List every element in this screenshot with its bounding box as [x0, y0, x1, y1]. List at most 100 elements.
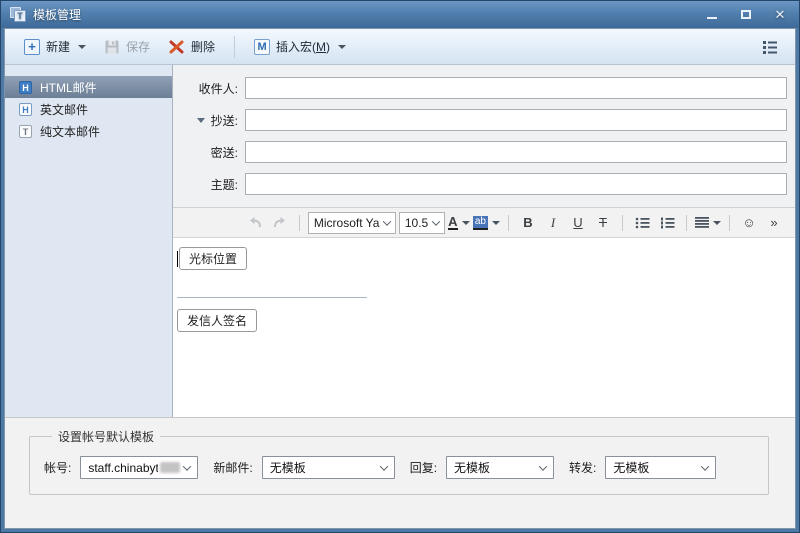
delete-button-label: 删除	[191, 38, 215, 55]
maximize-icon	[741, 10, 751, 19]
default-template-row: 帐号: staff.chinabyte( 新邮件: 无模板 回复: 无模板	[44, 456, 754, 479]
highlight-icon: ab	[473, 216, 488, 230]
signature-line: 发信人签名	[177, 309, 795, 332]
chevron-down-icon	[78, 45, 86, 49]
default-template-fieldset: 设置帐号默认模板 帐号: staff.chinabyte( 新邮件: 无模板 回…	[29, 428, 769, 495]
toolbar-separator	[234, 36, 235, 58]
maximize-button[interactable]	[737, 7, 755, 23]
numbered-list-button[interactable]	[656, 212, 678, 234]
plus-icon: +	[24, 39, 40, 55]
font-color-icon: A	[448, 215, 457, 230]
mail-header-form: 收件人: 抄送: 密送: 主题:	[173, 65, 795, 207]
sender-signature-macro-chip[interactable]: 发信人签名	[177, 309, 257, 332]
chevron-down-icon	[701, 462, 709, 470]
new-button[interactable]: + 新建	[17, 35, 93, 58]
cc-input[interactable]	[245, 109, 787, 131]
chevron-down-icon	[539, 462, 547, 470]
undo-button[interactable]	[244, 212, 266, 234]
account-label: 帐号:	[44, 459, 71, 476]
subject-input[interactable]	[245, 173, 787, 195]
minimize-icon	[707, 17, 717, 19]
close-button[interactable]: ✕	[771, 7, 789, 23]
save-button-label: 保存	[126, 38, 150, 55]
strikethrough-button[interactable]: T	[592, 212, 614, 234]
subject-label: 主题:	[211, 176, 238, 193]
font-color-button[interactable]: A	[448, 212, 470, 234]
to-input[interactable]	[245, 77, 787, 99]
template-manager-window: T 模板管理 ✕ + 新建 保存	[0, 0, 800, 533]
template-editor-panel: 收件人: 抄送: 密送: 主题:	[173, 65, 795, 417]
bold-button[interactable]: B	[517, 212, 539, 234]
signature-divider-line	[177, 297, 367, 298]
sidebar-item-html-mail[interactable]: H HTML邮件	[5, 76, 172, 98]
emoji-button[interactable]: ☺	[738, 212, 760, 234]
richtext-toolbar: Microsoft Yal 10.5 A ab	[173, 207, 795, 238]
insert-macro-label: 插入宏(M)	[276, 38, 330, 55]
chevron-down-icon	[492, 221, 500, 225]
cursor-position-line: 光标位置	[177, 247, 795, 270]
underline-button[interactable]: U	[567, 212, 589, 234]
delete-button[interactable]: 删除	[161, 35, 222, 58]
list-view-button[interactable]	[755, 37, 785, 57]
bullet-list-button[interactable]	[631, 212, 653, 234]
main-toolbar: + 新建 保存 删除	[5, 29, 795, 65]
sidebar-item-english-mail[interactable]: H 英文邮件	[5, 98, 172, 120]
subject-row: 主题:	[173, 173, 795, 195]
font-family-select[interactable]: Microsoft Yal	[308, 212, 396, 234]
italic-button[interactable]: I	[542, 212, 564, 234]
content-row: H HTML邮件 H 英文邮件 T 纯文本邮件 收件人:	[5, 65, 795, 417]
list-view-icon	[762, 40, 778, 54]
to-row: 收件人:	[173, 77, 795, 99]
reply-template-value: 无模板	[454, 459, 536, 476]
more-tools-button[interactable]: »	[763, 212, 785, 234]
account-value: staff.chinabyte(	[88, 461, 158, 475]
default-template-panel: 设置帐号默认模板 帐号: staff.chinabyte( 新邮件: 无模板 回…	[5, 417, 795, 528]
sidebar-item-plaintext-mail[interactable]: T 纯文本邮件	[5, 120, 172, 142]
forward-template-value: 无模板	[613, 459, 698, 476]
app-icon: T	[10, 7, 26, 22]
bcc-input[interactable]	[245, 141, 787, 163]
redacted-text	[160, 462, 180, 473]
account-select[interactable]: staff.chinabyte(	[80, 456, 198, 479]
macro-m-icon: M	[254, 39, 270, 55]
sidebar-item-label: 英文邮件	[40, 101, 88, 118]
redo-button[interactable]	[269, 212, 291, 234]
forward-label: 转发:	[569, 459, 596, 476]
bcc-label: 密送:	[211, 144, 238, 161]
sidebar-item-label: HTML邮件	[40, 79, 97, 96]
toolbar-separator	[299, 215, 300, 231]
bcc-row: 密送:	[173, 141, 795, 163]
cursor-position-macro-chip[interactable]: 光标位置	[179, 247, 247, 270]
font-size-select[interactable]: 10.5	[399, 212, 445, 234]
insert-macro-button[interactable]: M 插入宏(M)	[247, 35, 353, 58]
template-body-editor[interactable]: 光标位置 发信人签名	[173, 238, 795, 417]
save-button[interactable]: 保存	[97, 35, 157, 58]
numbered-list-icon	[660, 217, 675, 229]
window-title: 模板管理	[33, 6, 703, 23]
cc-label: 抄送:	[211, 112, 238, 129]
chevron-down-icon	[183, 462, 191, 470]
forward-template-select[interactable]: 无模板	[605, 456, 716, 479]
window-controls: ✕	[703, 7, 789, 23]
to-label: 收件人:	[199, 80, 238, 97]
alignment-button[interactable]	[695, 212, 721, 234]
text-template-icon: T	[19, 125, 32, 138]
floppy-icon	[104, 39, 120, 55]
new-mail-template-select[interactable]: 无模板	[262, 456, 395, 479]
reply-template-select[interactable]: 无模板	[446, 456, 554, 479]
bullet-list-icon	[635, 217, 650, 229]
font-family-value: Microsoft Yal	[314, 216, 380, 230]
minimize-button[interactable]	[703, 7, 721, 23]
template-list-sidebar: H HTML邮件 H 英文邮件 T 纯文本邮件	[5, 65, 173, 417]
font-size-value: 10.5	[405, 216, 429, 230]
app-icon-front: T	[14, 10, 26, 22]
undo-arrow-icon	[247, 216, 263, 229]
chevron-down-icon	[432, 217, 440, 225]
client-area: + 新建 保存 删除	[4, 28, 796, 529]
collapse-triangle-icon[interactable]	[197, 118, 205, 123]
chevron-down-icon	[462, 221, 470, 225]
redo-arrow-icon	[272, 216, 288, 229]
toolbar-separator	[622, 215, 623, 231]
highlight-color-button[interactable]: ab	[473, 212, 500, 234]
new-button-label: 新建	[46, 38, 70, 55]
